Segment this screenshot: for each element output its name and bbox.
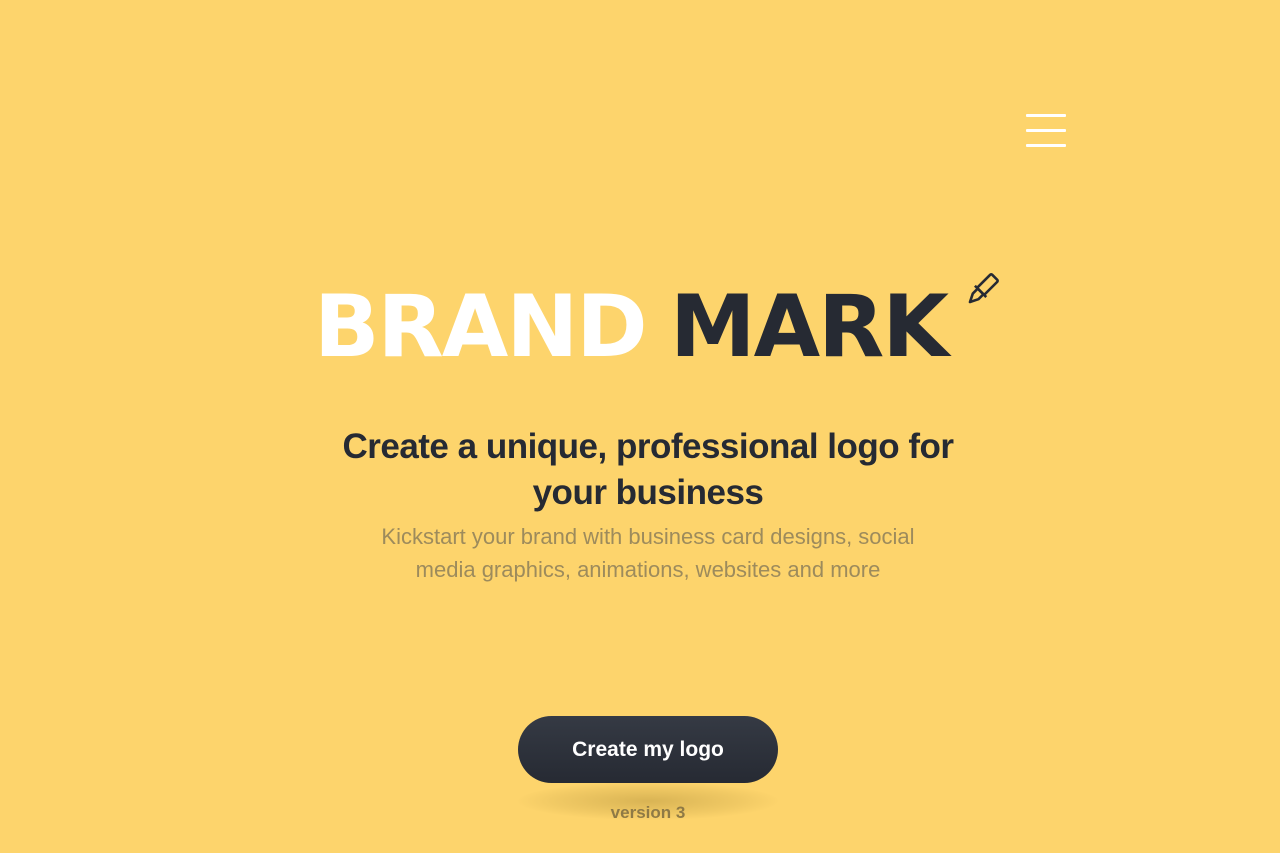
landing-page: BRAND MARK Create a unique, professional… bbox=[0, 0, 1280, 853]
pen-nib-icon bbox=[968, 273, 999, 304]
logo-brand-text: BRAND bbox=[314, 277, 648, 377]
version-label: version 3 bbox=[610, 803, 686, 822]
hero-headline: Create a unique, professional logo for y… bbox=[342, 427, 954, 512]
menu-button[interactable] bbox=[1022, 110, 1070, 152]
brandmark-logo: BRAND MARK bbox=[314, 270, 1004, 377]
logo-mark-text: MARK bbox=[670, 277, 949, 377]
hero-subtext: Kickstart your brand with business card … bbox=[381, 524, 915, 582]
create-my-logo-button[interactable]: Create my logo bbox=[518, 716, 778, 783]
